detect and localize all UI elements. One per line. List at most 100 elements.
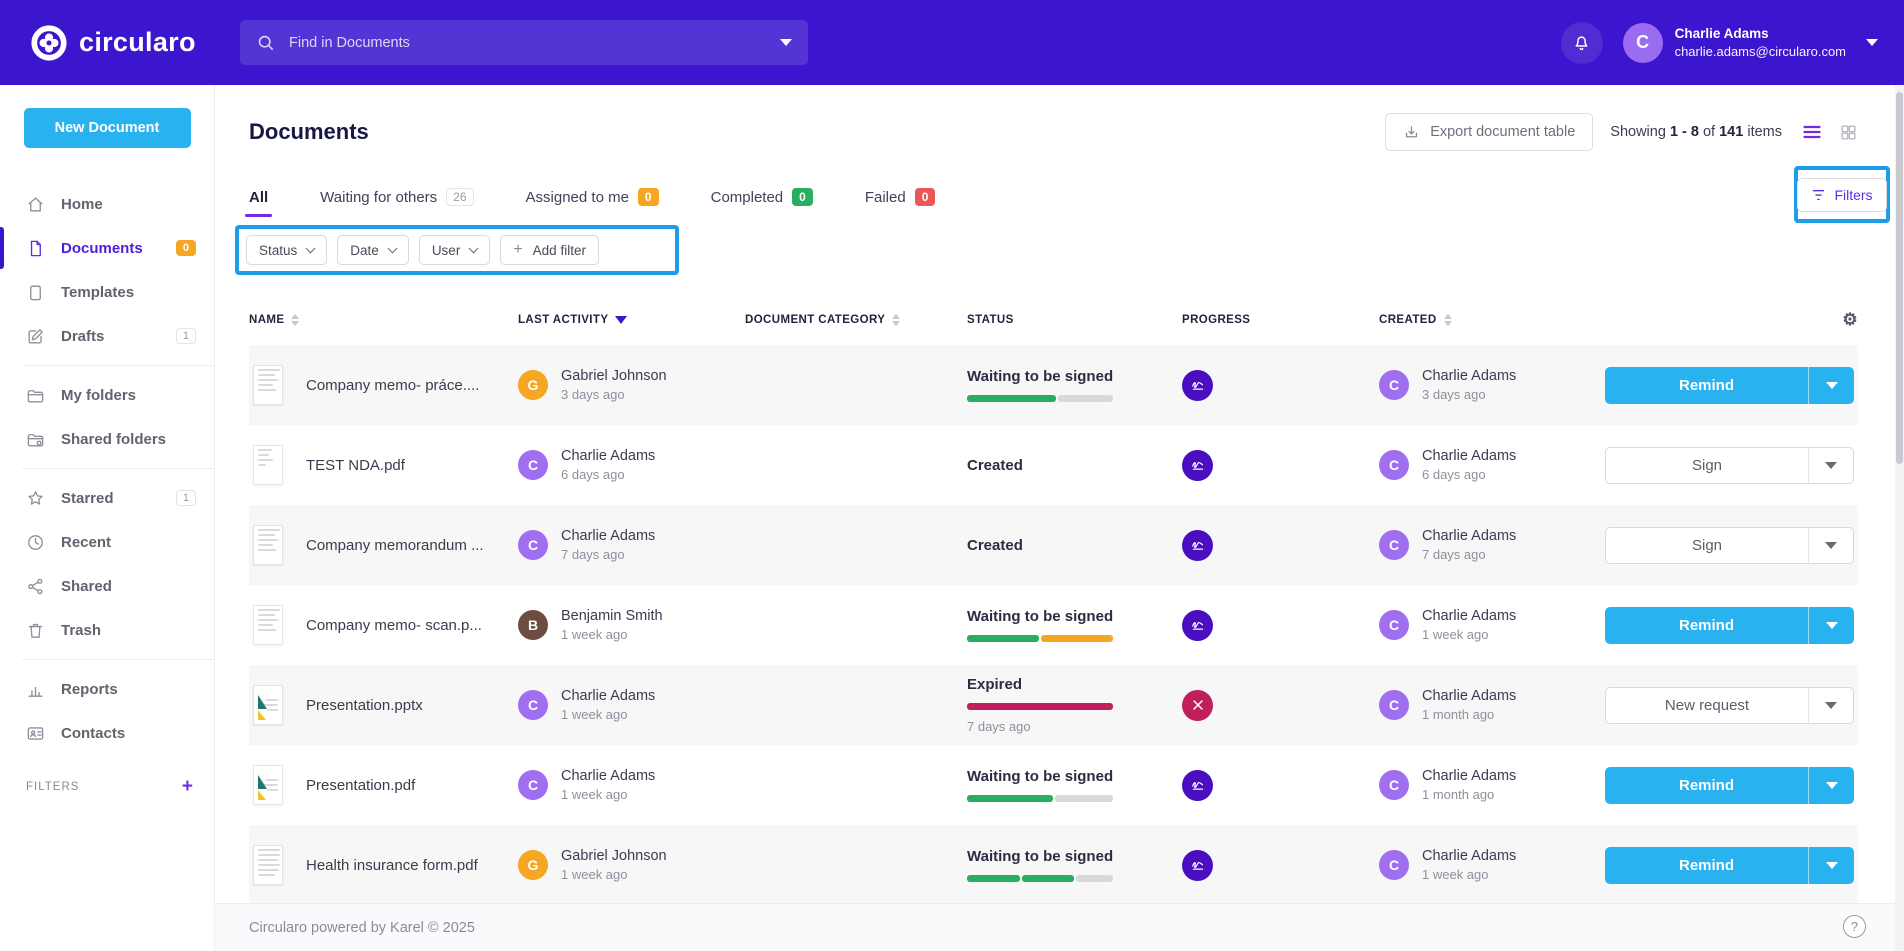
filter-chip-user[interactable]: User <box>419 235 491 265</box>
grid-view-icon[interactable] <box>1839 123 1858 142</box>
sidebar-item-my-folders[interactable]: My folders <box>0 373 214 417</box>
sidebar-item-starred[interactable]: Starred1 <box>0 476 214 520</box>
document-name: Presentation.pdf <box>306 777 415 794</box>
action-dropdown-button[interactable] <box>1808 847 1854 884</box>
sign-button-group: Sign <box>1605 527 1854 564</box>
export-document-table-button[interactable]: Export document table <box>1385 113 1593 151</box>
tab-badge: 0 <box>638 188 659 206</box>
tab-assigned-to-me[interactable]: Assigned to me0 <box>526 177 659 217</box>
person-texts: Charlie Adams1 month ago <box>1422 766 1516 804</box>
action-dropdown-button[interactable] <box>1808 367 1854 404</box>
filter-chip-add-filter[interactable]: +Add filter <box>500 235 599 265</box>
sidebar-item-recent[interactable]: Recent <box>0 520 214 564</box>
action-cell: Sign <box>1605 527 1858 564</box>
document-name: Company memorandum ... <box>306 537 484 554</box>
table-row[interactable]: Health insurance form.pdfGGabriel Johnso… <box>249 825 1858 905</box>
action-dropdown-button[interactable] <box>1808 767 1854 804</box>
new-document-button[interactable]: New Document <box>24 108 191 148</box>
list-view-icon[interactable] <box>1802 123 1822 141</box>
tab-badge: 0 <box>792 188 813 206</box>
person-name: Charlie Adams <box>561 446 655 466</box>
caret-down-icon <box>1825 462 1837 469</box>
sign-button[interactable]: Sign <box>1605 527 1808 564</box>
gear-icon[interactable]: ⚙ <box>1842 310 1858 330</box>
remind-button-group: Remind <box>1605 607 1854 644</box>
sidebar-item-shared[interactable]: Shared <box>0 564 214 608</box>
column-header-name[interactable]: NAME <box>249 314 518 326</box>
tab-failed[interactable]: Failed0 <box>865 177 936 217</box>
table-row[interactable]: Company memo- scan.p...BBenjamin Smith1 … <box>249 585 1858 665</box>
avatar: C <box>1379 370 1409 400</box>
column-header-document-category[interactable]: DOCUMENT CATEGORY <box>745 314 967 326</box>
filter-chips-highlight-box: Status Date User +Add filter <box>235 225 679 275</box>
action-dropdown-button[interactable] <box>1808 447 1854 484</box>
sidebar-item-trash[interactable]: Trash <box>0 608 214 652</box>
sidebar-item-contacts[interactable]: Contacts <box>0 711 214 755</box>
column-header-status[interactable]: STATUS <box>967 314 1182 326</box>
sign-button[interactable]: Sign <box>1605 447 1808 484</box>
person-time: 7 days ago <box>1422 546 1516 564</box>
sidebar-item-reports[interactable]: Reports <box>0 667 214 711</box>
tab-waiting-for-others[interactable]: Waiting for others26 <box>320 177 473 217</box>
draft-icon <box>26 327 46 346</box>
column-header-progress[interactable]: PROGRESS <box>1182 314 1379 326</box>
remind-button-group: Remind <box>1605 767 1854 804</box>
remind-button[interactable]: Remind <box>1605 847 1808 884</box>
table-row[interactable]: Presentation.pdf CCharlie Adams1 week ago… <box>249 745 1858 825</box>
person-time: 1 week ago <box>1422 626 1516 644</box>
tab-all[interactable]: All <box>249 177 268 217</box>
person-name: Charlie Adams <box>1422 686 1516 706</box>
filters-button[interactable]: Filters <box>1797 178 1886 212</box>
sidebar-item-shared-folders[interactable]: Shared folders <box>0 417 214 461</box>
help-button[interactable]: ? <box>1843 915 1866 938</box>
person-time: 6 days ago <box>1422 466 1516 484</box>
sidebar-item-documents[interactable]: Documents0 <box>0 226 214 270</box>
scrollbar-thumb[interactable] <box>1896 92 1903 464</box>
sidebar-item-drafts[interactable]: Drafts1 <box>0 314 214 358</box>
column-header-created[interactable]: CREATED <box>1379 314 1605 326</box>
sidebar-badge: 1 <box>176 328 196 344</box>
status-progress-bar <box>967 703 1113 710</box>
action-dropdown-button[interactable] <box>1808 527 1854 564</box>
status-cell: Waiting to be signed <box>967 608 1182 642</box>
new-request-button[interactable]: New request <box>1605 687 1808 724</box>
contacts-icon <box>26 724 46 743</box>
circularo-logo[interactable]: circularo <box>30 24 196 62</box>
filter-chip-date[interactable]: Date <box>337 235 409 265</box>
user-menu[interactable]: C Charlie Adams charlie.adams@circularo.… <box>1623 23 1878 63</box>
person-time: 1 week ago <box>561 706 655 724</box>
table-row[interactable]: Company memo- práce....GGabriel Johnson3… <box>249 345 1858 425</box>
column-label: LAST ACTIVITY <box>518 314 608 326</box>
created-cell: CCharlie Adams3 days ago <box>1379 366 1605 404</box>
sort-icon <box>291 314 299 326</box>
person-time: 1 week ago <box>561 626 663 644</box>
table-row[interactable]: Company memorandum ...CCharlie Adams7 da… <box>249 505 1858 585</box>
filter-chip-status[interactable]: Status <box>246 235 327 265</box>
table-row[interactable]: Presentation.pptxCCharlie Adams1 week ag… <box>249 665 1858 745</box>
person-time: 1 week ago <box>561 786 655 804</box>
table-row[interactable]: TEST NDA.pdfCCharlie Adams6 days agoCrea… <box>249 425 1858 505</box>
global-search <box>240 20 808 65</box>
status-progress-bar <box>967 875 1113 882</box>
column-header-last-activity[interactable]: LAST ACTIVITY <box>518 314 745 326</box>
last-activity-cell: CCharlie Adams1 week ago <box>518 766 745 804</box>
remind-button[interactable]: Remind <box>1605 367 1808 404</box>
main-content: Documents Export document table Showing … <box>215 85 1904 951</box>
sidebar-item-home[interactable]: Home <box>0 182 214 226</box>
notifications-button[interactable] <box>1561 22 1603 64</box>
chevron-down-icon <box>306 243 316 253</box>
search-input[interactable] <box>287 34 780 52</box>
action-dropdown-button[interactable] <box>1808 607 1854 644</box>
remind-button[interactable]: Remind <box>1605 607 1808 644</box>
sidebar-item-templates[interactable]: Templates <box>0 270 214 314</box>
sidebar: New Document HomeDocuments0TemplatesDraf… <box>0 85 215 951</box>
column-settings[interactable]: ⚙ <box>1605 310 1858 330</box>
tab-badge: 0 <box>915 188 936 206</box>
remind-button[interactable]: Remind <box>1605 767 1808 804</box>
last-activity-cell: CCharlie Adams6 days ago <box>518 446 745 484</box>
action-dropdown-button[interactable] <box>1808 687 1854 724</box>
person-time: 1 month ago <box>1422 706 1516 724</box>
add-sidebar-filter-button[interactable]: + <box>182 777 194 796</box>
search-scope-caret-icon[interactable] <box>780 39 792 46</box>
tab-completed[interactable]: Completed0 <box>711 177 813 217</box>
